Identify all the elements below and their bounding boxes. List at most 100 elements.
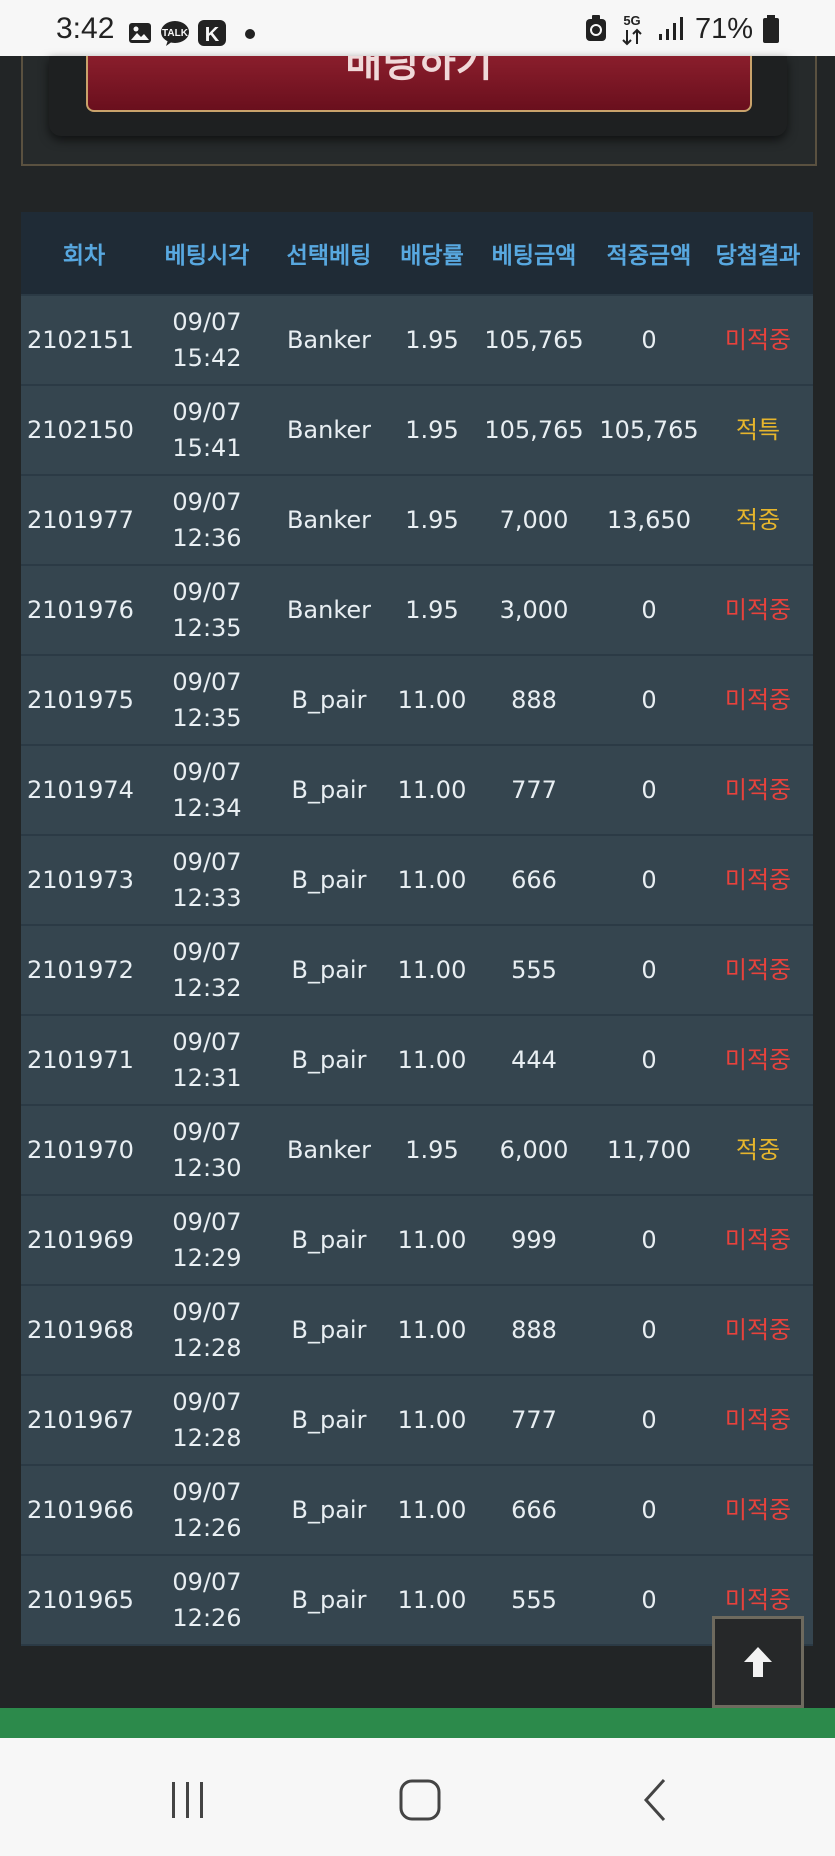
cell-pick: Banker: [286, 1136, 372, 1164]
cell-date: 09/07: [172, 398, 242, 426]
cell-pick: B_pair: [291, 1586, 367, 1614]
cell-win-amount: 0: [641, 1046, 657, 1074]
table-header: 회차 베팅시각 선택베팅 배당률 베팅금액 적중금액 당첨결과: [21, 212, 813, 294]
table-row: 2101971 09/07 12:31 B_pair 11.00 444 0 미적중: [21, 1014, 813, 1104]
cell-date: 09/07: [172, 1568, 242, 1596]
cell-bet-amount: 7,000: [499, 506, 569, 534]
cell-time: 12:35: [172, 704, 242, 732]
cell-win-amount: 0: [641, 1406, 657, 1434]
header-pick: 선택베팅: [286, 243, 372, 269]
back-icon[interactable]: [640, 1778, 670, 1822]
cell-round: 2101966: [27, 1496, 134, 1524]
cell-round: 2102151: [27, 326, 134, 354]
header-result: 당첨결과: [715, 243, 801, 269]
table-row: 2101967 09/07 12:28 B_pair 11.00 777 0 미적중: [21, 1374, 813, 1464]
cell-round: 2101976: [27, 596, 134, 624]
cell-bet-time: 09/07 15:41: [147, 394, 267, 466]
cell-round: 2101971: [27, 1046, 134, 1074]
table-row: 2102151 09/07 15:42 Banker 1.95 105,765 0 미적중: [21, 294, 813, 384]
cell-bet-time: 09/07 12:35: [147, 574, 267, 646]
home-icon[interactable]: [398, 1778, 442, 1822]
scroll-top-button[interactable]: [712, 1616, 804, 1708]
bet-panel-inner: 배팅하기: [49, 56, 787, 136]
table-row: 2101965 09/07 12:26 B_pair 11.00 555 0 미적중: [21, 1554, 813, 1646]
bet-panel: 배팅하기: [21, 56, 817, 166]
bet-button[interactable]: 배팅하기: [86, 56, 752, 112]
cell-result: 미적중: [724, 866, 792, 894]
cell-bet-time: 09/07 12:32: [147, 934, 267, 1006]
kakao-k-icon: K: [198, 20, 226, 46]
cell-result: 미적중: [724, 776, 792, 804]
table-row: 2101966 09/07 12:26 B_pair 11.00 666 0 미적중: [21, 1464, 813, 1554]
cell-result: 적중: [735, 506, 781, 534]
cell-pick: B_pair: [291, 1046, 367, 1074]
cell-bet-amount: 555: [511, 1586, 557, 1614]
cell-time: 12:26: [172, 1604, 242, 1632]
cell-date: 09/07: [172, 1298, 242, 1326]
cell-bet-amount: 999: [511, 1226, 557, 1254]
cell-round: 2101969: [27, 1226, 134, 1254]
cell-result: 미적중: [724, 326, 792, 354]
bet-history-table: 회차 베팅시각 선택베팅 배당률 베팅금액 적중금액 당첨결과 2102151 0…: [21, 212, 813, 1646]
bet-button-label: 배팅하기: [345, 56, 493, 86]
cell-result: 적특: [735, 416, 781, 444]
cell-pick: Banker: [286, 596, 372, 624]
cell-result: 미적중: [724, 1046, 792, 1074]
system-nav-bar: [0, 1738, 835, 1856]
cell-odds: 11.00: [397, 1586, 467, 1614]
cell-bet-amount: 777: [511, 776, 557, 804]
cell-odds: 1.95: [405, 506, 459, 534]
cell-result: 미적중: [724, 956, 792, 984]
recycle-icon: [585, 15, 606, 41]
cell-date: 09/07: [172, 1028, 242, 1056]
cell-time: 12:28: [172, 1424, 242, 1452]
recent-apps-icon[interactable]: [168, 1780, 208, 1820]
cell-win-amount: 0: [641, 776, 657, 804]
table-row: 2102150 09/07 15:41 Banker 1.95 105,765 105,76…: [21, 384, 813, 474]
cell-odds: 1.95: [405, 416, 459, 444]
cell-pick: B_pair: [291, 1316, 367, 1344]
cell-bet-time: 09/07 12:36: [147, 484, 267, 556]
cell-bet-amount: 777: [511, 1406, 557, 1434]
cell-time: 12:32: [172, 974, 242, 1002]
cell-date: 09/07: [172, 308, 242, 336]
cell-time: 12:26: [172, 1514, 242, 1542]
cell-time: 12:34: [172, 794, 242, 822]
cell-bet-amount: 888: [511, 1316, 557, 1344]
header-bet-time: 베팅시각: [164, 243, 250, 269]
cell-round: 2101975: [27, 686, 134, 714]
cell-bet-amount: 105,765: [484, 416, 584, 444]
cell-win-amount: 0: [641, 1496, 657, 1524]
cell-bet-time: 09/07 12:30: [147, 1114, 267, 1186]
battery-icon: [763, 15, 779, 43]
cell-odds: 11.00: [397, 1226, 467, 1254]
cell-round: 2101968: [27, 1316, 134, 1344]
cell-bet-time: 09/07 12:34: [147, 754, 267, 826]
cell-time: 12:36: [172, 524, 242, 552]
5g-icon: 5G: [622, 13, 642, 46]
cell-date: 09/07: [172, 848, 242, 876]
cell-round: 2101970: [27, 1136, 134, 1164]
cell-date: 09/07: [172, 1118, 242, 1146]
cell-bet-amount: 444: [511, 1046, 557, 1074]
cell-bet-amount: 3,000: [499, 596, 569, 624]
cell-odds: 1.95: [405, 596, 459, 624]
cell-win-amount: 0: [641, 596, 657, 624]
cell-date: 09/07: [172, 668, 242, 696]
cell-win-amount: 13,650: [607, 506, 691, 534]
cell-result: 미적중: [724, 1586, 792, 1614]
cell-win-amount: 11,700: [607, 1136, 691, 1164]
cell-bet-time: 09/07 12:26: [147, 1564, 267, 1636]
svg-text:TALK: TALK: [162, 28, 189, 39]
table-row: 2101974 09/07 12:34 B_pair 11.00 777 0 미적중: [21, 744, 813, 834]
dot-icon: [245, 29, 255, 39]
cell-round: 2101977: [27, 506, 134, 534]
cell-result: 적중: [735, 1136, 781, 1164]
battery-percent: 71%: [694, 12, 753, 45]
cell-pick: Banker: [286, 506, 372, 534]
cell-pick: B_pair: [291, 956, 367, 984]
svg-text:K: K: [205, 24, 220, 46]
cell-result: 미적중: [724, 1316, 792, 1344]
table-row: 2101972 09/07 12:32 B_pair 11.00 555 0 미적중: [21, 924, 813, 1014]
cell-odds: 11.00: [397, 1316, 467, 1344]
